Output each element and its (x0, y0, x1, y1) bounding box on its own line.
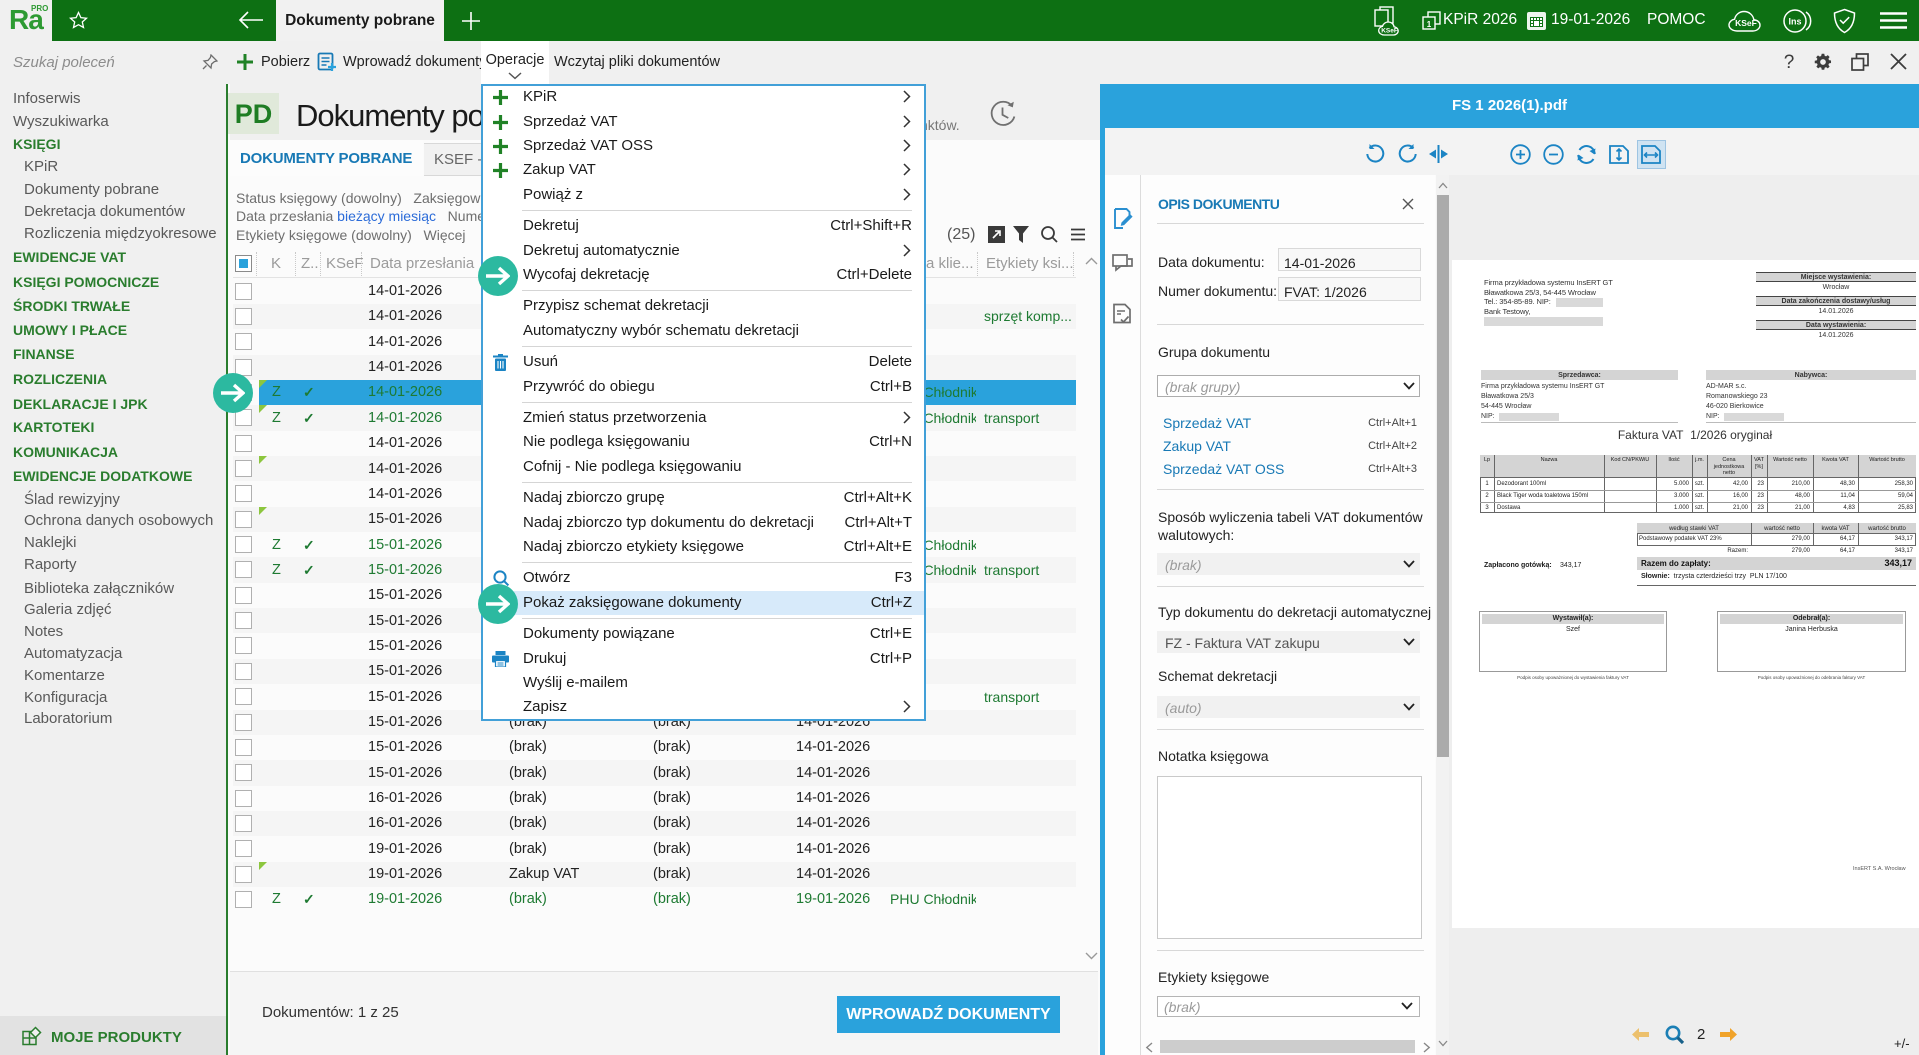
svg-text:KSeF: KSeF (1735, 18, 1757, 28)
svg-text:KSeF: KSeF (1381, 28, 1398, 35)
svg-text:Ins: Ins (1788, 17, 1801, 27)
svg-text:1: 1 (1427, 20, 1432, 29)
